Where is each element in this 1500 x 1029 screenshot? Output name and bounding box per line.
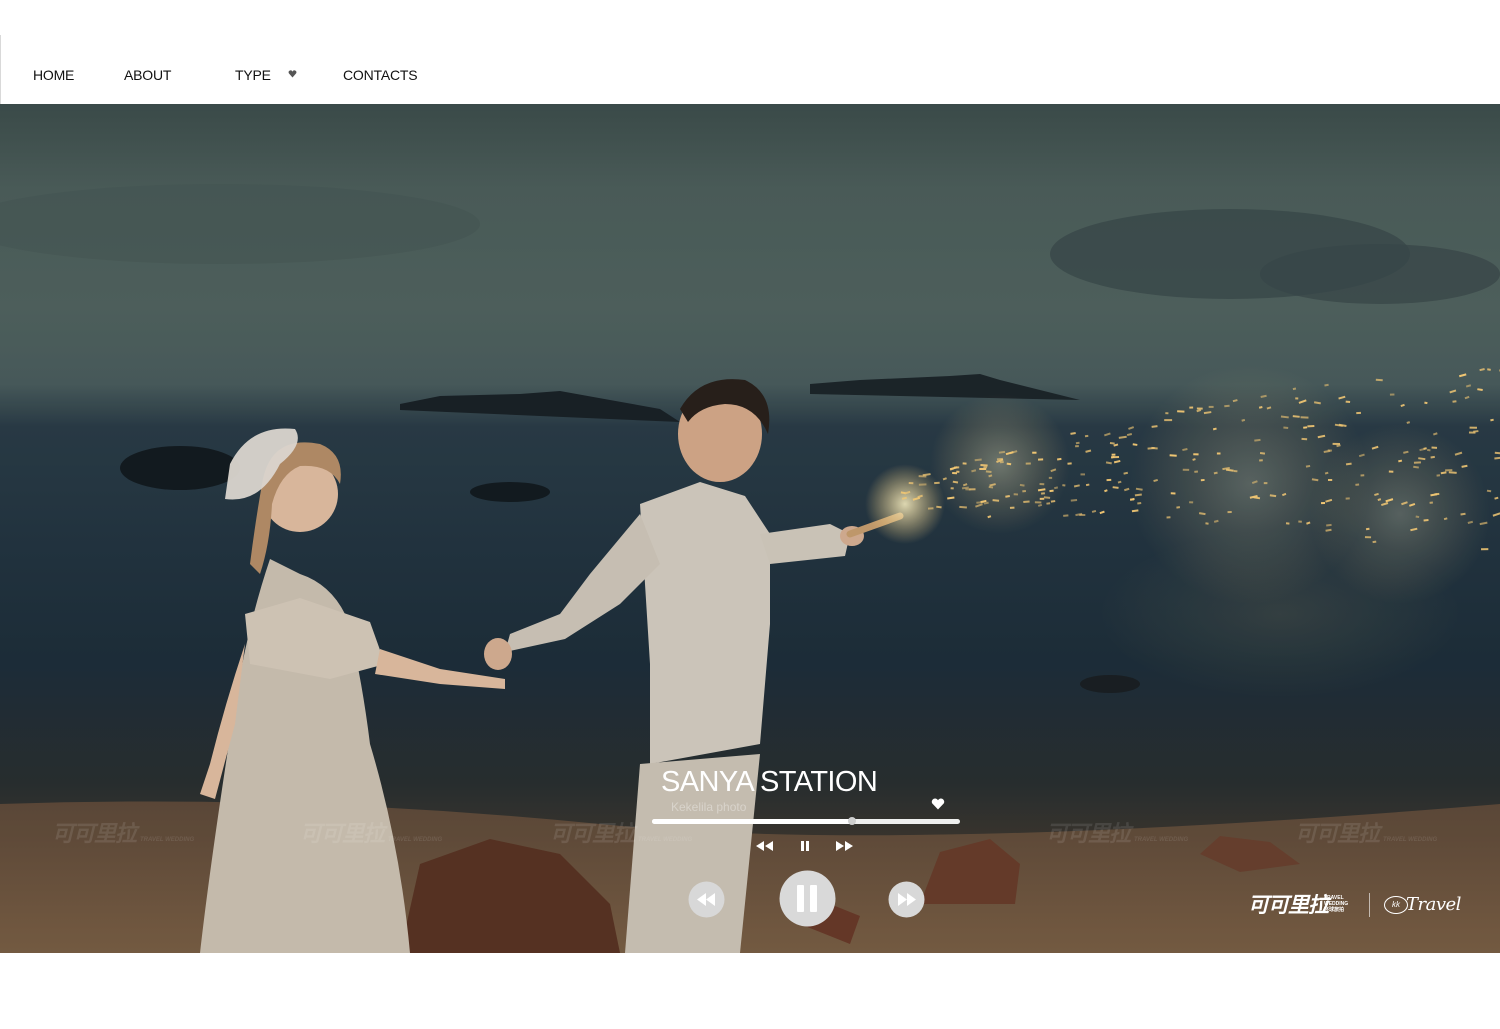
beach-scene-illustration bbox=[0, 104, 1500, 953]
hero-photo: 可可里拉 TRAVEL WEDDING 可可里拉 TRAVEL WEDDING 可可… bbox=[0, 104, 1500, 953]
fast-forward-icon[interactable] bbox=[835, 841, 855, 851]
progress-bar[interactable] bbox=[652, 817, 960, 825]
brand-badge: kk bbox=[1384, 896, 1408, 914]
track-artist: Kekelila photo bbox=[671, 800, 747, 814]
watermark: 可可里拉 TRAVEL WEDDING bbox=[52, 821, 195, 846]
watermark: 可可里拉 TRAVEL WEDDING bbox=[1295, 821, 1438, 846]
progress-thumb[interactable] bbox=[848, 817, 857, 825]
track-title: SANYA STATION bbox=[661, 766, 878, 798]
nav-type[interactable]: TYPE bbox=[235, 67, 271, 83]
heart-icon[interactable] bbox=[931, 798, 945, 810]
brand-logo: 可可里拉 bbox=[1248, 894, 1329, 917]
pause-button[interactable] bbox=[779, 870, 836, 927]
watermark: 可可里拉 TRAVEL WEDDING bbox=[1046, 821, 1189, 846]
nav-home[interactable]: HOME bbox=[33, 67, 74, 83]
watermark: 可可里拉 TRAVEL WEDDING bbox=[300, 821, 443, 846]
progress-fill bbox=[652, 819, 853, 824]
nav-contacts[interactable]: CONTACTS bbox=[343, 67, 418, 83]
top-nav: HOME ABOUT TYPE CONTACTS bbox=[0, 35, 421, 105]
fast-forward-button[interactable] bbox=[888, 881, 925, 918]
chevron-down-icon[interactable] bbox=[288, 70, 297, 78]
rewind-button[interactable] bbox=[688, 881, 725, 918]
brand-divider bbox=[1369, 893, 1370, 917]
nav-about[interactable]: ABOUT bbox=[124, 67, 171, 83]
brand-travel: Travel bbox=[1406, 894, 1461, 915]
rewind-icon[interactable] bbox=[754, 841, 774, 851]
pause-icon[interactable] bbox=[800, 841, 810, 851]
brand-subtitle: TRAVEL WEDDING 环球旅拍 bbox=[1324, 895, 1349, 913]
